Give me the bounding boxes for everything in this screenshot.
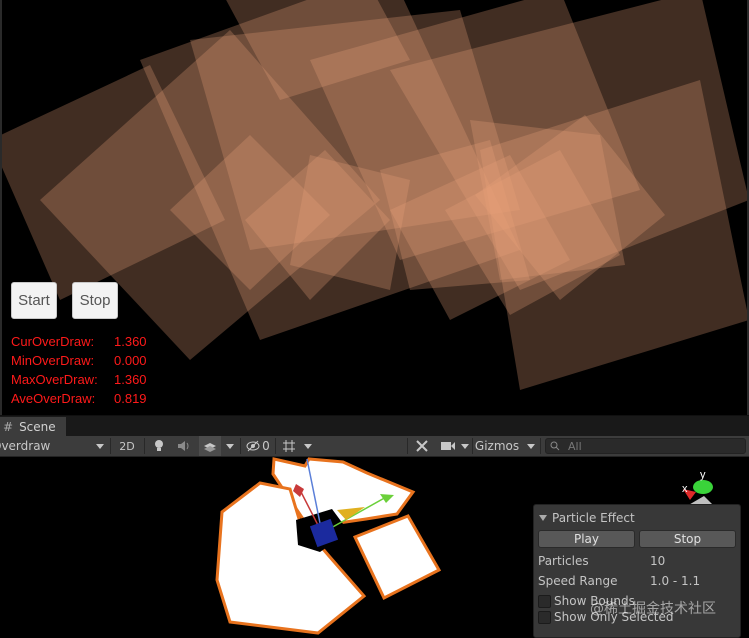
particles-row: Particles 10 [538, 554, 738, 570]
toggle-2d-button[interactable]: 2D [115, 436, 139, 456]
hidden-count: 0 [262, 439, 270, 453]
particle-stop-button[interactable]: Stop [639, 530, 736, 548]
stat-value: 1.360 [114, 372, 147, 387]
scene-tab-bar: # Scene [0, 415, 749, 437]
effects-icon[interactable] [199, 436, 221, 456]
search-placeholder: All [568, 439, 582, 453]
stat-label: CurOverDraw: [11, 334, 95, 349]
stat-min-overdraw: MinOverDraw: 0.000 [11, 353, 161, 371]
watermark: @稀土掘金技术社区 [590, 601, 716, 617]
scene-grid-icon: # [3, 420, 14, 434]
stat-ave-overdraw: AveOverDraw: 0.819 [11, 391, 161, 409]
hidden-objects-toggle[interactable]: 0 [244, 436, 272, 456]
camera-icon[interactable] [437, 436, 459, 456]
toolbar-divider [275, 438, 276, 454]
gizmos-dropdown[interactable]: Gizmos [473, 436, 537, 456]
speed-range-value: 1.0 - 1.1 [650, 574, 701, 588]
toolbar-divider [407, 438, 408, 454]
search-input[interactable]: All [545, 438, 746, 454]
checkbox-box[interactable] [538, 594, 551, 608]
stat-max-overdraw: MaxOverDraw: 1.360 [11, 372, 161, 390]
camera-dropdown[interactable] [459, 436, 471, 456]
draw-mode-dropdown[interactable]: Overdraw [0, 436, 108, 456]
gizmo-axis-y: y [700, 469, 706, 481]
start-button[interactable]: Start [11, 282, 57, 319]
tab-scene-label: Scene [19, 420, 56, 434]
particle-effect-title: Particle Effect [552, 511, 635, 525]
toolbar-divider [540, 438, 541, 454]
toolbar-divider [110, 438, 111, 454]
tab-scene[interactable]: # Scene [0, 417, 66, 437]
particles-value: 10 [650, 554, 666, 568]
grid-icon[interactable] [279, 436, 299, 456]
chevron-down-icon [304, 443, 312, 449]
grid-dropdown[interactable] [300, 436, 316, 456]
game-view: Start Stop CurOverDraw: 1.360 MinOverDra… [0, 0, 749, 415]
toolbar-divider [240, 438, 241, 454]
toolbar-divider [144, 438, 145, 454]
draw-mode-value: Overdraw [0, 439, 51, 453]
speed-range-row: Speed Range 1.0 - 1.1 [538, 574, 738, 590]
stat-cur-overdraw: CurOverDraw: 1.360 [11, 334, 161, 352]
gizmo-axis-x: x [682, 483, 688, 495]
play-button[interactable]: Play [538, 530, 635, 548]
stat-value: 0.819 [114, 391, 147, 406]
stat-label: MaxOverDraw: [11, 372, 98, 387]
stat-label: MinOverDraw: [11, 353, 95, 368]
checkbox-box[interactable] [538, 610, 551, 624]
audio-icon[interactable] [173, 436, 195, 456]
stat-value: 0.000 [114, 353, 147, 368]
game-frame-left [0, 0, 2, 415]
speed-range-label: Speed Range [538, 574, 618, 588]
gizmos-label: Gizmos [474, 439, 520, 453]
chevron-down-icon [461, 443, 469, 449]
stat-value: 1.360 [114, 334, 147, 349]
stat-label: AveOverDraw: [11, 391, 96, 406]
foldout-triangle-icon [539, 515, 547, 521]
scene-particle-quads [215, 457, 442, 635]
scene-toolbar: Overdraw 2D 0 Gizmos All [0, 436, 749, 457]
chevron-down-icon [226, 443, 234, 449]
search-icon [550, 441, 560, 451]
particle-effect-header[interactable]: Particle Effect [539, 511, 635, 525]
effects-dropdown[interactable] [222, 436, 238, 456]
particles-label: Particles [538, 554, 589, 568]
stop-button[interactable]: Stop [72, 282, 118, 319]
chevron-down-icon [96, 443, 104, 449]
lighting-icon[interactable] [149, 436, 169, 456]
tools-icon[interactable] [411, 436, 433, 456]
eye-slash-icon [246, 440, 260, 452]
chevron-down-icon [527, 443, 536, 449]
